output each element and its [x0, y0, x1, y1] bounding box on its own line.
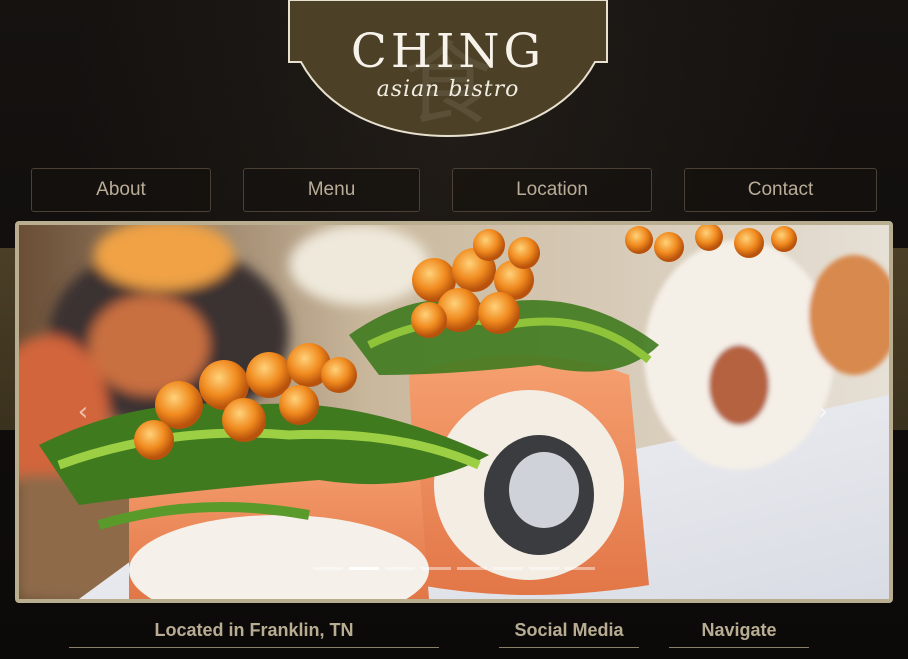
nav-contact[interactable]: Contact [684, 168, 877, 212]
social-media-heading: Social Media [499, 620, 639, 648]
slider-prev-button[interactable]: ‹ [69, 397, 97, 427]
slider-pagination [313, 567, 595, 571]
logo-subtitle: asian bistro [376, 77, 520, 102]
chevron-right-icon: › [817, 397, 829, 427]
nav-location[interactable]: Location [452, 168, 652, 212]
chevron-left-icon: ‹ [77, 397, 89, 427]
logo[interactable]: 食 CHING asian bistro [287, 0, 609, 138]
nav-about[interactable]: About [31, 168, 211, 212]
slider-dot[interactable] [457, 567, 487, 570]
slider-dot[interactable] [313, 567, 343, 570]
slider-dot[interactable] [529, 567, 559, 570]
slider-dot[interactable] [493, 567, 523, 570]
image-slider[interactable]: ‹ › [15, 221, 893, 603]
location-heading: Located in Franklin, TN [69, 620, 439, 648]
sushi-slide-image [19, 225, 889, 599]
nav-menu[interactable]: Menu [243, 168, 420, 212]
slider-dot[interactable] [385, 567, 415, 570]
slider-next-button[interactable]: › [809, 397, 837, 427]
slider-dot[interactable] [349, 567, 379, 570]
logo-title: CHING [350, 24, 546, 79]
navigate-heading: Navigate [669, 620, 809, 648]
slider-dot[interactable] [421, 567, 451, 570]
slider-dot[interactable] [565, 567, 595, 570]
